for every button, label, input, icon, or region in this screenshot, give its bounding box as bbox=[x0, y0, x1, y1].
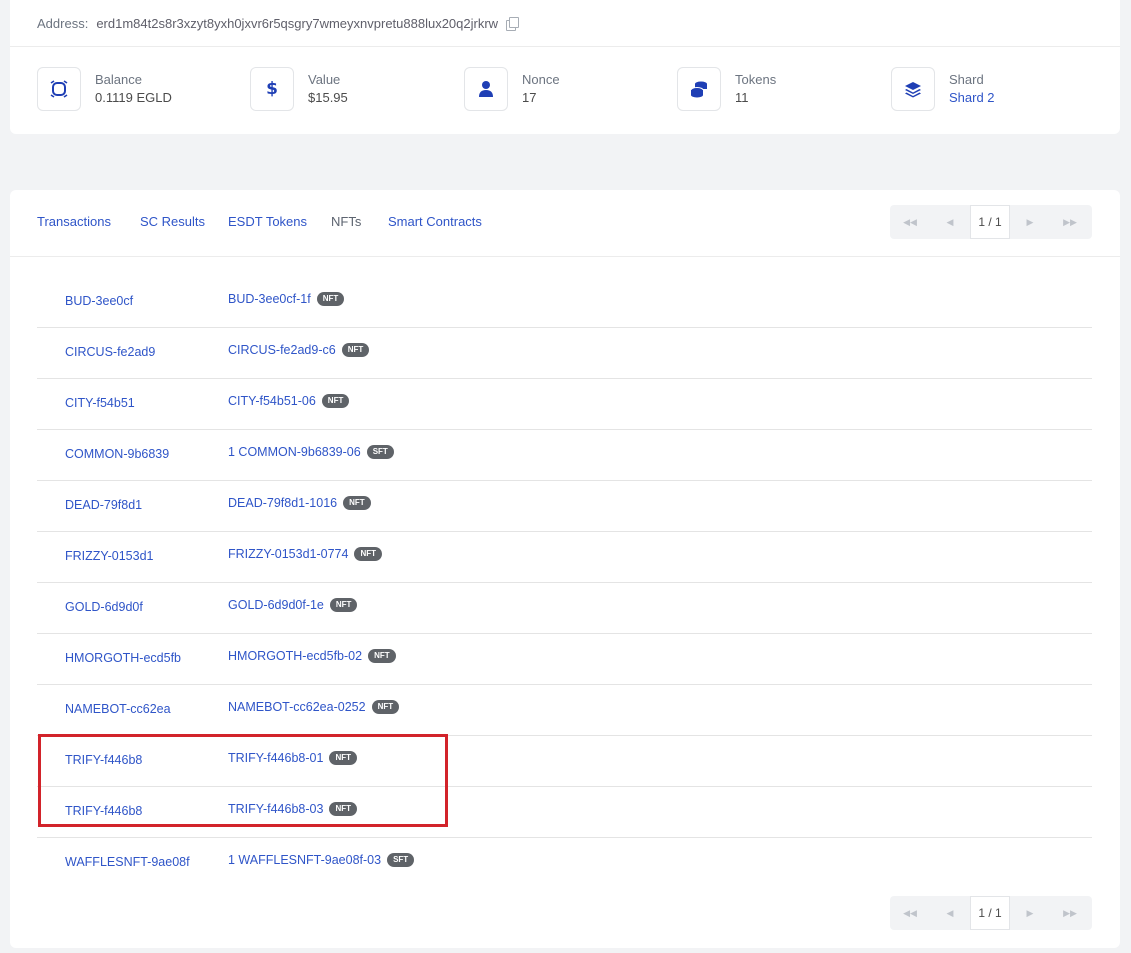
tab-transactions[interactable]: Transactions bbox=[37, 214, 111, 229]
stat-balance-value: 0.1119 EGLD bbox=[95, 90, 172, 105]
collection-link[interactable]: NAMEBOT-cc62ea bbox=[65, 702, 171, 716]
table-row: TRIFY-f446b8 TRIFY-f446b8-03 NFT bbox=[37, 787, 1092, 838]
type-badge: SFT bbox=[387, 853, 415, 867]
tab-nfts[interactable]: NFTs bbox=[331, 214, 361, 229]
stats-row: Balance 0.1119 EGLD $ Value $15.95 Nonce… bbox=[10, 47, 1120, 135]
nft-identifier-link[interactable]: TRIFY-f446b8-03 bbox=[228, 802, 323, 816]
stat-value: $ Value $15.95 bbox=[250, 67, 348, 111]
collection-link[interactable]: COMMON-9b6839 bbox=[65, 447, 169, 461]
tab-sc-results[interactable]: SC Results bbox=[140, 214, 205, 229]
type-badge: NFT bbox=[354, 547, 383, 561]
nft-identifier-link[interactable]: HMORGOTH-ecd5fb-02 bbox=[228, 649, 362, 663]
nft-identifier-link[interactable]: NAMEBOT-cc62ea-0252 bbox=[228, 700, 366, 714]
table-row: BUD-3ee0cf BUD-3ee0cf-1f NFT bbox=[37, 277, 1092, 328]
prev-page-icon[interactable]: ◀ bbox=[930, 205, 970, 239]
nft-identifier-link[interactable]: CIRCUS-fe2ad9-c6 bbox=[228, 343, 336, 357]
next-page-icon[interactable]: ▶ bbox=[1010, 896, 1050, 930]
type-badge: NFT bbox=[321, 394, 350, 408]
nft-identifier-link[interactable]: CITY-f54b51-06 bbox=[228, 394, 316, 408]
stat-tokens-label: Tokens bbox=[735, 72, 777, 87]
stat-tokens: Tokens 11 bbox=[677, 67, 776, 111]
stat-shard-label: Shard bbox=[949, 72, 984, 87]
stat-tokens-value: 11 bbox=[735, 90, 749, 105]
collection-link[interactable]: HMORGOTH-ecd5fb bbox=[65, 651, 181, 665]
collection-link[interactable]: FRIZZY-0153d1 bbox=[65, 549, 153, 563]
pagination-bottom: ◀◀ ◀ 1 / 1 ▶ ▶▶ bbox=[890, 896, 1092, 930]
table-row: HMORGOTH-ecd5fb HMORGOTH-ecd5fb-02 NFT bbox=[37, 634, 1092, 685]
stat-nonce-value: 17 bbox=[522, 90, 537, 105]
nft-identifier-link[interactable]: 1 WAFFLESNFT-9ae08f-03 bbox=[228, 853, 381, 867]
table-row: NAMEBOT-cc62ea NAMEBOT-cc62ea-0252 NFT bbox=[37, 685, 1092, 736]
nft-identifier-link[interactable]: TRIFY-f446b8-01 bbox=[228, 751, 323, 765]
pagination-top: ◀◀ ◀ 1 / 1 ▶ ▶▶ bbox=[890, 205, 1092, 239]
collection-link[interactable]: BUD-3ee0cf bbox=[65, 294, 133, 308]
stat-balance-label: Balance bbox=[95, 72, 142, 87]
table-row: FRIZZY-0153d1 FRIZZY-0153d1-0774 NFT bbox=[37, 532, 1092, 583]
type-badge: NFT bbox=[329, 598, 358, 612]
table-row: DEAD-79f8d1 DEAD-79f8d1-1016 NFT bbox=[37, 481, 1092, 532]
table-row: TRIFY-f446b8 TRIFY-f446b8-01 NFT bbox=[37, 736, 1092, 787]
type-badge: NFT bbox=[341, 343, 370, 357]
stat-value-label: Value bbox=[308, 72, 341, 87]
tab-bar: Transactions SC Results ESDT Tokens NFTs… bbox=[10, 190, 1120, 257]
collection-link[interactable]: CIRCUS-fe2ad9 bbox=[65, 345, 155, 359]
dollar-icon: $ bbox=[250, 67, 294, 111]
stat-nonce-label: Nonce bbox=[522, 72, 560, 87]
stat-shard-value[interactable]: Shard 2 bbox=[949, 89, 995, 107]
collection-link[interactable]: TRIFY-f446b8 bbox=[65, 804, 142, 818]
next-page-icon[interactable]: ▶ bbox=[1010, 205, 1050, 239]
collection-link[interactable]: WAFFLESNFT-9ae08f bbox=[65, 855, 190, 869]
page-indicator: 1 / 1 bbox=[970, 896, 1010, 930]
table-row: WAFFLESNFT-9ae08f 1 WAFFLESNFT-9ae08f-03… bbox=[37, 838, 1092, 888]
stat-nonce: Nonce 17 bbox=[464, 67, 560, 111]
nft-list: BUD-3ee0cf BUD-3ee0cf-1f NFT CIRCUS-fe2ad… bbox=[37, 277, 1092, 888]
address-row: Address: erd1m84t2s8r3xzyt8yxh0jxvr6r5qs… bbox=[10, 0, 1120, 47]
tab-smart-contracts[interactable]: Smart Contracts bbox=[388, 214, 482, 229]
nft-identifier-link[interactable]: BUD-3ee0cf-1f bbox=[228, 292, 311, 306]
last-page-icon[interactable]: ▶▶ bbox=[1050, 205, 1090, 239]
type-badge: NFT bbox=[343, 496, 371, 510]
stat-balance: Balance 0.1119 EGLD bbox=[37, 67, 172, 111]
collection-link[interactable]: DEAD-79f8d1 bbox=[65, 498, 142, 512]
first-page-icon[interactable]: ◀◀ bbox=[890, 205, 930, 239]
type-badge: NFT bbox=[329, 802, 357, 816]
address-value: erd1m84t2s8r3xzyt8yxh0jxvr6r5qsgry7wmeyx… bbox=[96, 15, 499, 31]
user-icon bbox=[464, 67, 508, 111]
table-row: GOLD-6d9d0f GOLD-6d9d0f-1e NFT bbox=[37, 583, 1092, 634]
tab-esdt-tokens[interactable]: ESDT Tokens bbox=[228, 214, 307, 229]
balance-icon bbox=[37, 67, 81, 111]
collection-link[interactable]: GOLD-6d9d0f bbox=[65, 600, 143, 614]
table-row: CIRCUS-fe2ad9 CIRCUS-fe2ad9-c6 NFT bbox=[37, 328, 1092, 379]
address-label: Address: bbox=[37, 15, 89, 31]
type-badge: NFT bbox=[316, 292, 345, 306]
last-page-icon[interactable]: ▶▶ bbox=[1050, 896, 1090, 930]
table-row: CITY-f54b51 CITY-f54b51-06 NFT bbox=[37, 379, 1092, 430]
nft-identifier-link[interactable]: 1 COMMON-9b6839-06 bbox=[228, 445, 361, 459]
nfts-card: Transactions SC Results ESDT Tokens NFTs… bbox=[10, 190, 1120, 948]
type-badge: SFT bbox=[366, 445, 394, 459]
prev-page-icon[interactable]: ◀ bbox=[930, 896, 970, 930]
page-indicator: 1 / 1 bbox=[970, 205, 1010, 239]
stat-value-value: $15.95 bbox=[308, 90, 348, 105]
nft-identifier-link[interactable]: DEAD-79f8d1-1016 bbox=[228, 496, 337, 510]
coins-icon bbox=[677, 67, 721, 111]
stat-shard: Shard Shard 2 bbox=[891, 67, 995, 111]
collection-link[interactable]: CITY-f54b51 bbox=[65, 396, 135, 410]
type-badge: NFT bbox=[368, 649, 396, 663]
nft-identifier-link[interactable]: GOLD-6d9d0f-1e bbox=[228, 598, 324, 612]
table-row: COMMON-9b6839 1 COMMON-9b6839-06 SFT bbox=[37, 430, 1092, 481]
collection-link[interactable]: TRIFY-f446b8 bbox=[65, 753, 142, 767]
account-overview-card: Address: erd1m84t2s8r3xzyt8yxh0jxvr6r5qs… bbox=[10, 0, 1120, 134]
type-badge: NFT bbox=[329, 751, 357, 765]
layers-icon bbox=[891, 67, 935, 111]
first-page-icon[interactable]: ◀◀ bbox=[890, 896, 930, 930]
nft-identifier-link[interactable]: FRIZZY-0153d1-0774 bbox=[228, 547, 348, 561]
type-badge: NFT bbox=[371, 700, 400, 714]
copy-icon[interactable] bbox=[506, 16, 520, 31]
